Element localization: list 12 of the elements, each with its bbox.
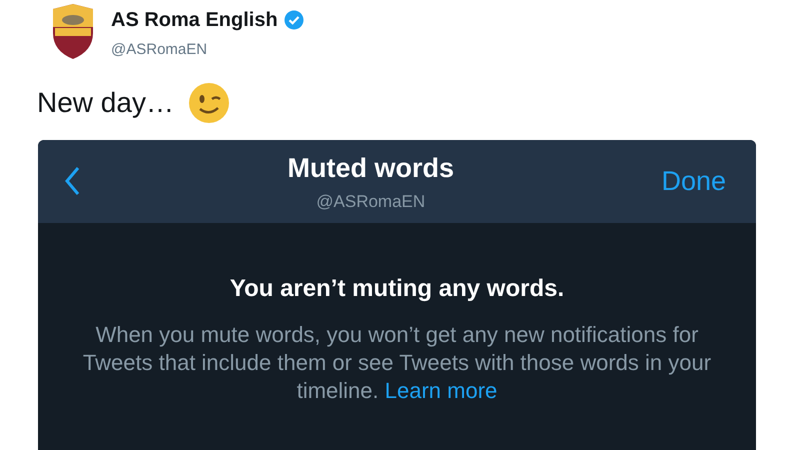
back-chevron-icon[interactable]	[64, 166, 80, 196]
done-button[interactable]: Done	[661, 160, 730, 202]
author-name[interactable]: AS Roma English	[111, 5, 278, 35]
screen-title: Muted words	[287, 152, 454, 185]
screen-subtitle: @ASRomaEN	[316, 190, 426, 212]
author-handle[interactable]: @ASRomaEN	[111, 39, 304, 62]
empty-state-heading: You aren’t muting any words.	[230, 274, 564, 304]
winking-face-icon	[188, 82, 230, 124]
empty-state-description: When you mute words, you won’t get any new notifications for Tweets that include them or see Tweets with those words in your timeline. Learn more	[82, 320, 712, 404]
tweet-text: New day…	[37, 86, 174, 120]
learn-more-link[interactable]: Learn more	[384, 378, 498, 402]
club-crest-icon	[50, 3, 96, 60]
